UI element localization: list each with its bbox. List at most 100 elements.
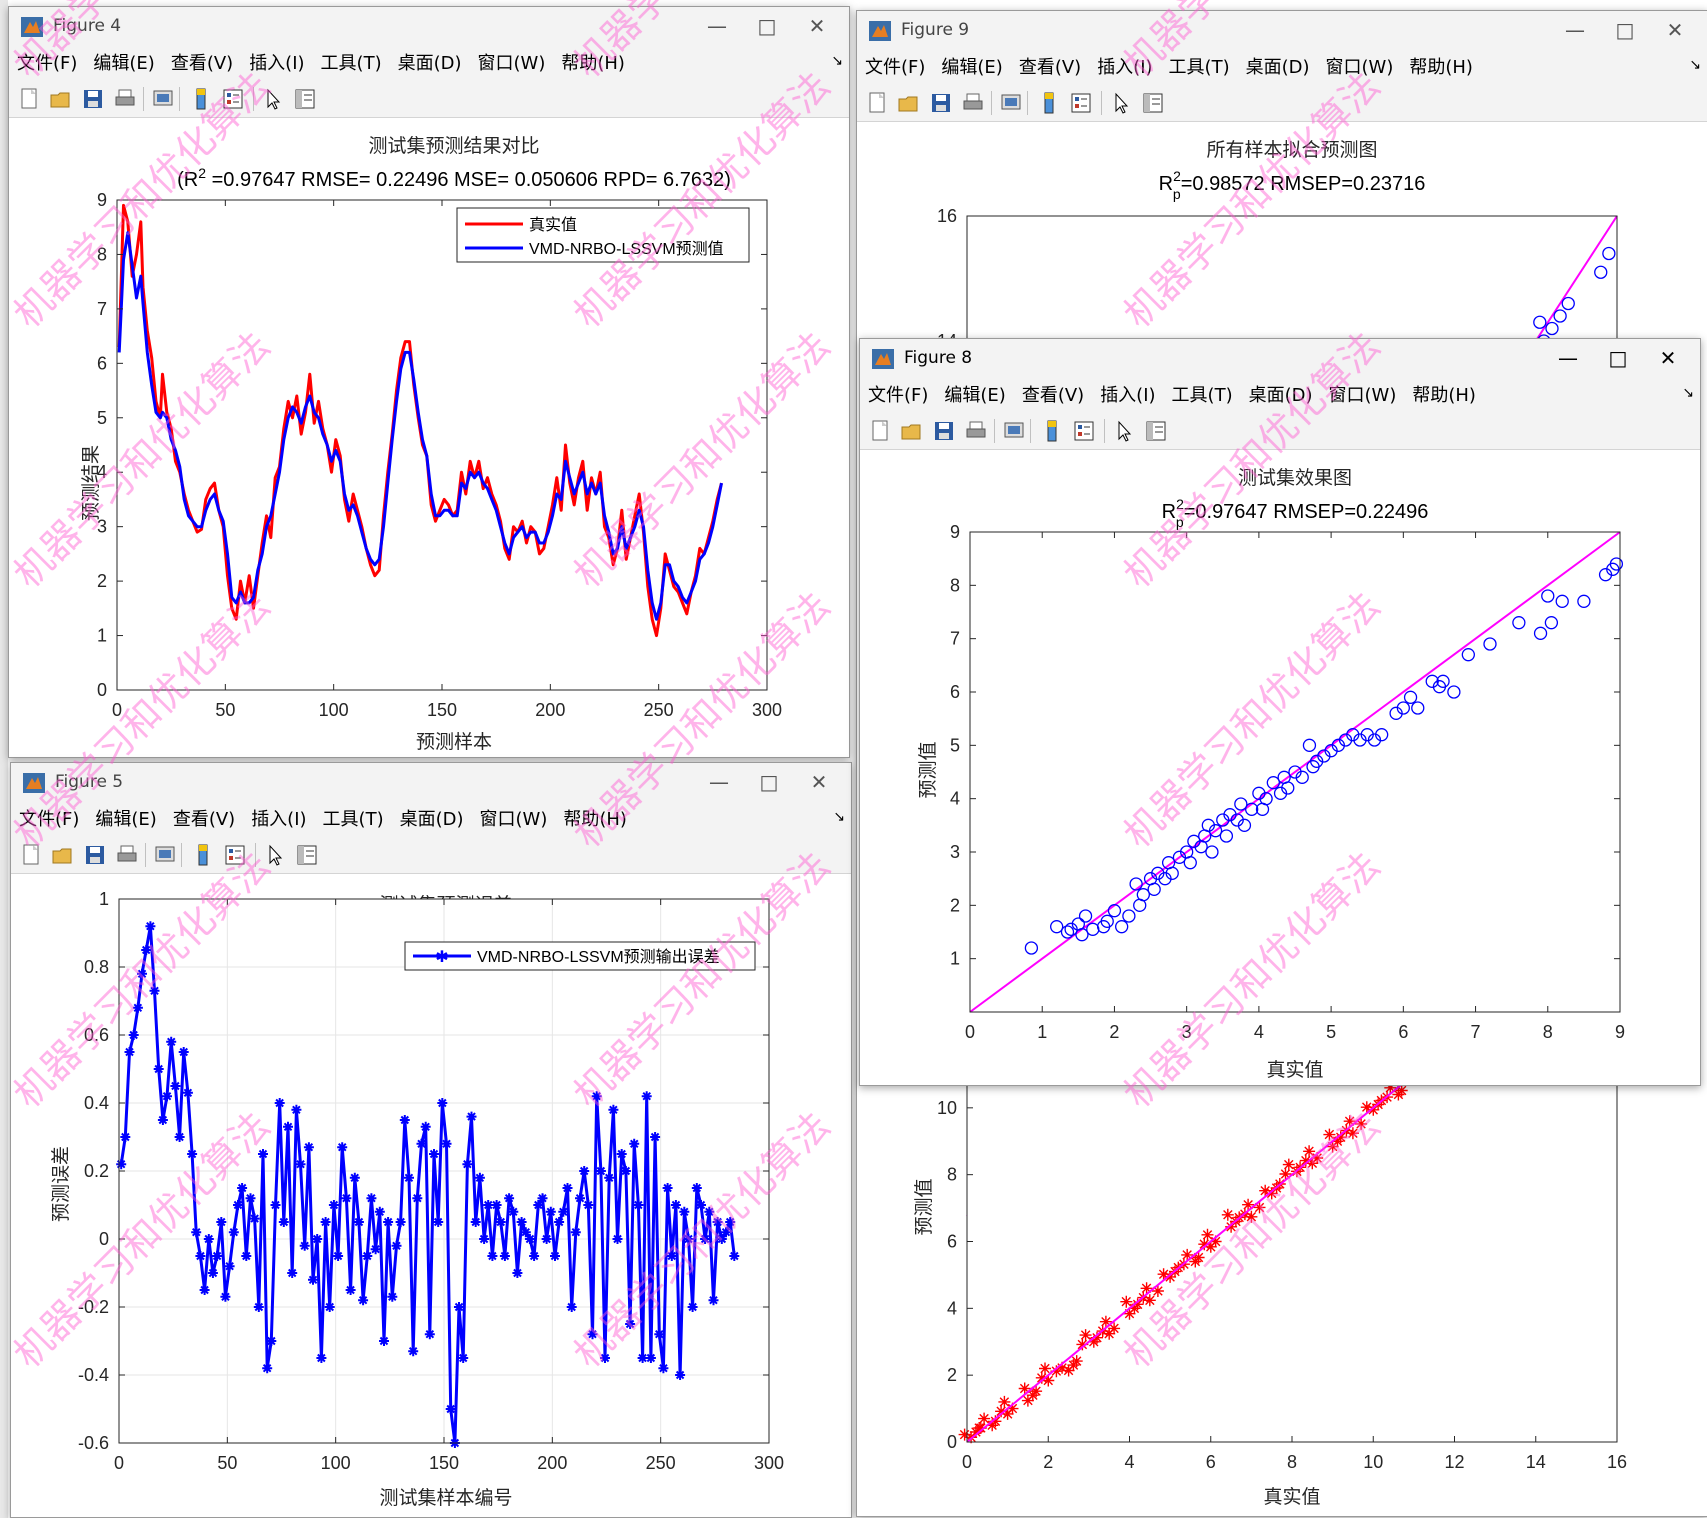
colorbar-icon[interactable] <box>189 87 213 111</box>
menu-item-5[interactable]: 桌面(D) <box>398 47 462 81</box>
menu-item-3[interactable]: 插入(I) <box>1097 51 1152 85</box>
figure-4-titlebar[interactable]: Figure 4 — □ ✕ <box>9 7 849 47</box>
close-button[interactable]: ✕ <box>1646 343 1690 373</box>
new-icon[interactable] <box>868 419 892 443</box>
menu-item-0[interactable]: 文件(F) <box>19 803 79 837</box>
figure-9-titlebar[interactable]: Figure 9 — □ ✕ <box>857 11 1707 51</box>
menu-item-6[interactable]: 窗口(W) <box>478 47 546 81</box>
menu-item-0[interactable]: 文件(F) <box>17 47 77 81</box>
menu-item-5[interactable]: 桌面(D) <box>400 803 464 837</box>
figure-5-window[interactable]: Figure 5 — □ ✕ 文件(F) 编辑(E) 查看(V) 插入(I) 工具(T)… <box>10 762 852 1518</box>
minimize-button[interactable]: — <box>695 11 739 41</box>
menu-item-4[interactable]: 工具(T) <box>1172 379 1233 413</box>
pointer-icon[interactable] <box>263 843 287 867</box>
print-icon[interactable] <box>964 419 988 443</box>
new-icon[interactable] <box>17 87 41 111</box>
menu-item-1[interactable]: 编辑(E) <box>95 803 156 837</box>
menu-item-0[interactable]: 文件(F) <box>868 379 928 413</box>
menu-item-4[interactable]: 工具(T) <box>321 47 382 81</box>
maximize-button[interactable]: □ <box>745 11 789 41</box>
save-icon[interactable] <box>929 91 953 115</box>
print-preview-icon[interactable] <box>153 843 177 867</box>
property-editor-icon[interactable] <box>293 87 317 111</box>
minimize-button[interactable]: — <box>697 767 741 797</box>
menu-item-5[interactable]: 桌面(D) <box>1249 379 1313 413</box>
open-icon[interactable] <box>897 91 921 115</box>
error-marker <box>333 1251 344 1261</box>
print-preview-icon[interactable] <box>999 91 1023 115</box>
print-preview-icon[interactable] <box>151 87 175 111</box>
colorbar-icon[interactable] <box>1037 91 1061 115</box>
menu-item-6[interactable]: 窗口(W) <box>480 803 548 837</box>
menu-item-7[interactable]: 帮助(H) <box>1409 51 1473 85</box>
dock-arrow-icon[interactable]: ↘ <box>1682 385 1694 401</box>
close-button[interactable]: ✕ <box>1653 15 1697 45</box>
menu-item-2[interactable]: 查看(V) <box>1022 379 1084 413</box>
figure-8-plot-area: 测试集效果图 R2 p=0.97647 RMSEP=0.22496 真实值 预测值… <box>860 450 1700 1085</box>
menu-item-4[interactable]: 工具(T) <box>1169 51 1230 85</box>
maximize-button[interactable]: □ <box>747 767 791 797</box>
x-tick-label: 4 <box>1254 1022 1264 1042</box>
menu-item-3[interactable]: 插入(I) <box>249 47 304 81</box>
save-icon[interactable] <box>83 843 107 867</box>
menu-item-2[interactable]: 查看(V) <box>1019 51 1081 85</box>
axes-background <box>967 1041 1617 1442</box>
menu-item-1[interactable]: 编辑(E) <box>944 379 1005 413</box>
maximize-button[interactable]: □ <box>1596 343 1640 373</box>
colorbar-icon[interactable] <box>191 843 215 867</box>
legend-icon[interactable] <box>221 87 245 111</box>
error-marker <box>124 1047 135 1057</box>
error-marker <box>524 1234 535 1244</box>
error-marker <box>266 1336 277 1346</box>
property-editor-icon[interactable] <box>1141 91 1165 115</box>
menu-item-4[interactable]: 工具(T) <box>323 803 384 837</box>
menu-item-6[interactable]: 窗口(W) <box>1329 379 1397 413</box>
menu-item-1[interactable]: 编辑(E) <box>941 51 1002 85</box>
maximize-button[interactable]: □ <box>1603 15 1647 45</box>
figure-8-window[interactable]: Figure 8 — □ ✕ 文件(F) 编辑(E) 查看(V) 插入(I) 工具(T)… <box>859 338 1701 1086</box>
print-preview-icon[interactable] <box>1002 419 1026 443</box>
save-icon[interactable] <box>81 87 105 111</box>
menu-item-7[interactable]: 帮助(H) <box>561 47 625 81</box>
menu-item-0[interactable]: 文件(F) <box>865 51 925 85</box>
menu-item-5[interactable]: 桌面(D) <box>1246 51 1310 85</box>
legend-icon[interactable] <box>1072 419 1096 443</box>
colorbar-icon[interactable] <box>1040 419 1064 443</box>
toolbar-separator <box>253 87 254 111</box>
close-button[interactable]: ✕ <box>797 767 841 797</box>
property-editor-icon[interactable] <box>1144 419 1168 443</box>
figure-4-window[interactable]: Figure 4 — □ ✕ 文件(F) 编辑(E) 查看(V) 插入(I) 工具(T)… <box>8 6 850 758</box>
minimize-button[interactable]: — <box>1546 343 1590 373</box>
close-button[interactable]: ✕ <box>795 11 839 41</box>
menu-item-7[interactable]: 帮助(H) <box>563 803 627 837</box>
open-icon[interactable] <box>900 419 924 443</box>
menu-item-3[interactable]: 插入(I) <box>251 803 306 837</box>
dock-arrow-icon[interactable]: ↘ <box>831 53 843 69</box>
figure-5-titlebar[interactable]: Figure 5 — □ ✕ <box>11 763 851 803</box>
menu-item-1[interactable]: 编辑(E) <box>93 47 154 81</box>
print-icon[interactable] <box>113 87 137 111</box>
property-editor-icon[interactable] <box>295 843 319 867</box>
dock-arrow-icon[interactable]: ↘ <box>1689 57 1701 73</box>
error-marker <box>287 1268 298 1278</box>
menu-item-3[interactable]: 插入(I) <box>1100 379 1155 413</box>
dock-arrow-icon[interactable]: ↘ <box>833 809 845 825</box>
open-icon[interactable] <box>51 843 75 867</box>
save-icon[interactable] <box>932 419 956 443</box>
print-icon[interactable] <box>115 843 139 867</box>
minimize-button[interactable]: — <box>1553 15 1597 45</box>
new-icon[interactable] <box>865 91 889 115</box>
menu-item-2[interactable]: 查看(V) <box>171 47 233 81</box>
pointer-icon[interactable] <box>261 87 285 111</box>
legend-icon[interactable] <box>223 843 247 867</box>
legend-icon[interactable] <box>1069 91 1093 115</box>
menu-item-2[interactable]: 查看(V) <box>173 803 235 837</box>
pointer-icon[interactable] <box>1112 419 1136 443</box>
pointer-icon[interactable] <box>1109 91 1133 115</box>
menu-item-7[interactable]: 帮助(H) <box>1412 379 1476 413</box>
print-icon[interactable] <box>961 91 985 115</box>
new-icon[interactable] <box>19 843 43 867</box>
open-icon[interactable] <box>49 87 73 111</box>
figure-8-titlebar[interactable]: Figure 8 — □ ✕ <box>860 339 1700 379</box>
menu-item-6[interactable]: 窗口(W) <box>1326 51 1394 85</box>
